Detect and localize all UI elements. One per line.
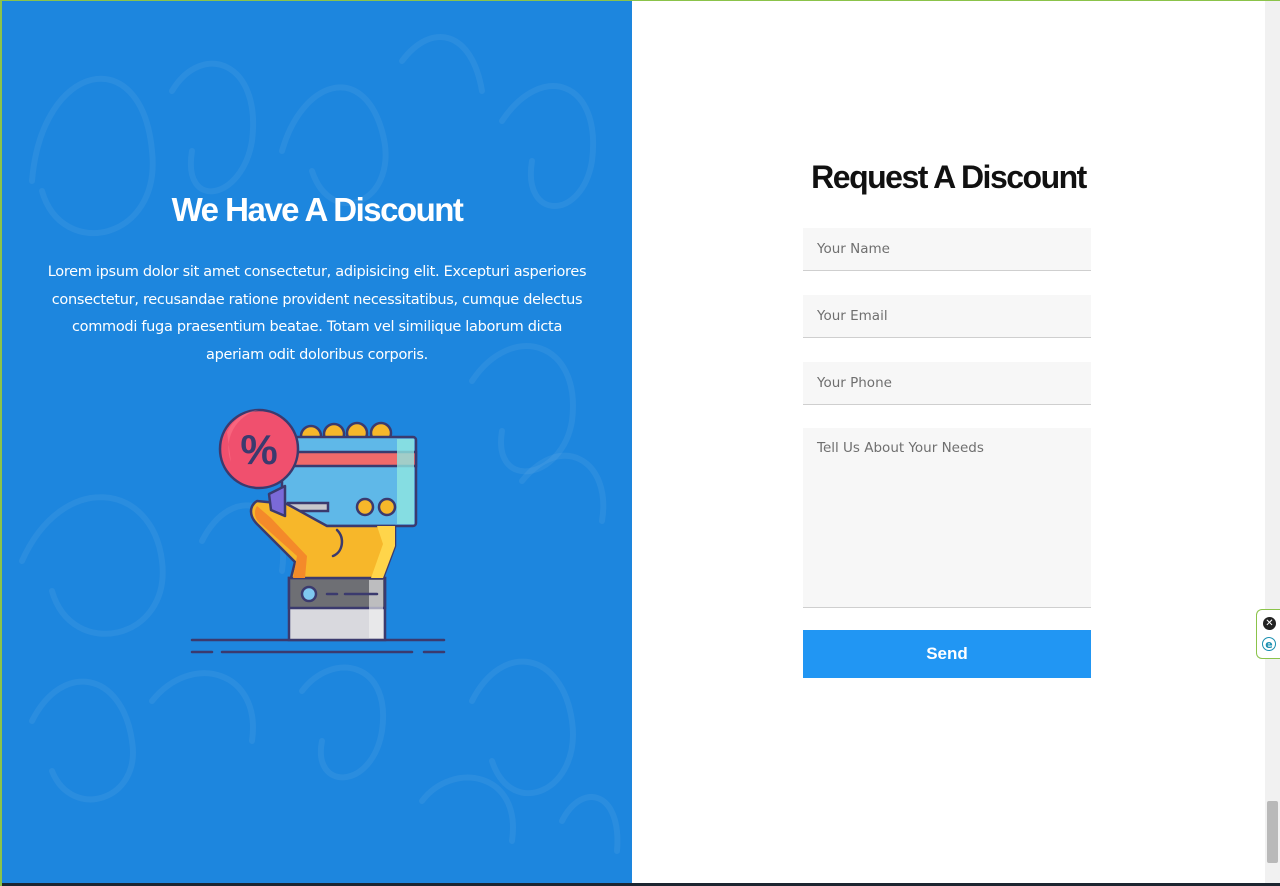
ground-lines (190, 638, 446, 654)
extension-logo-icon[interactable]: e (1262, 637, 1276, 651)
name-input[interactable] (803, 228, 1091, 271)
discount-info-panel: We Have A Discount Lorem ipsum dolor sit… (2, 1, 632, 884)
page-frame: We Have A Discount Lorem ipsum dolor sit… (0, 0, 1280, 886)
page-scrollbar[interactable] (1265, 1, 1280, 884)
phone-input[interactable] (803, 362, 1091, 405)
percent-symbol: % (240, 426, 277, 473)
hand-holding-discount-card-icon: % (190, 408, 446, 654)
form-title: Request A Discount (811, 159, 1087, 195)
close-icon[interactable]: ✕ (1263, 617, 1276, 630)
needs-textarea[interactable] (803, 428, 1091, 608)
discount-request-panel: Request A Discount Send (632, 1, 1265, 884)
discount-description: Lorem ipsum dolor sit amet consectetur, … (47, 264, 587, 363)
scrollbar-thumb[interactable] (1267, 801, 1278, 863)
email-input[interactable] (803, 295, 1091, 338)
send-button[interactable]: Send (803, 630, 1091, 678)
extension-widget: ✕ e (1256, 609, 1280, 659)
discount-heading: We Have A Discount (171, 191, 464, 228)
